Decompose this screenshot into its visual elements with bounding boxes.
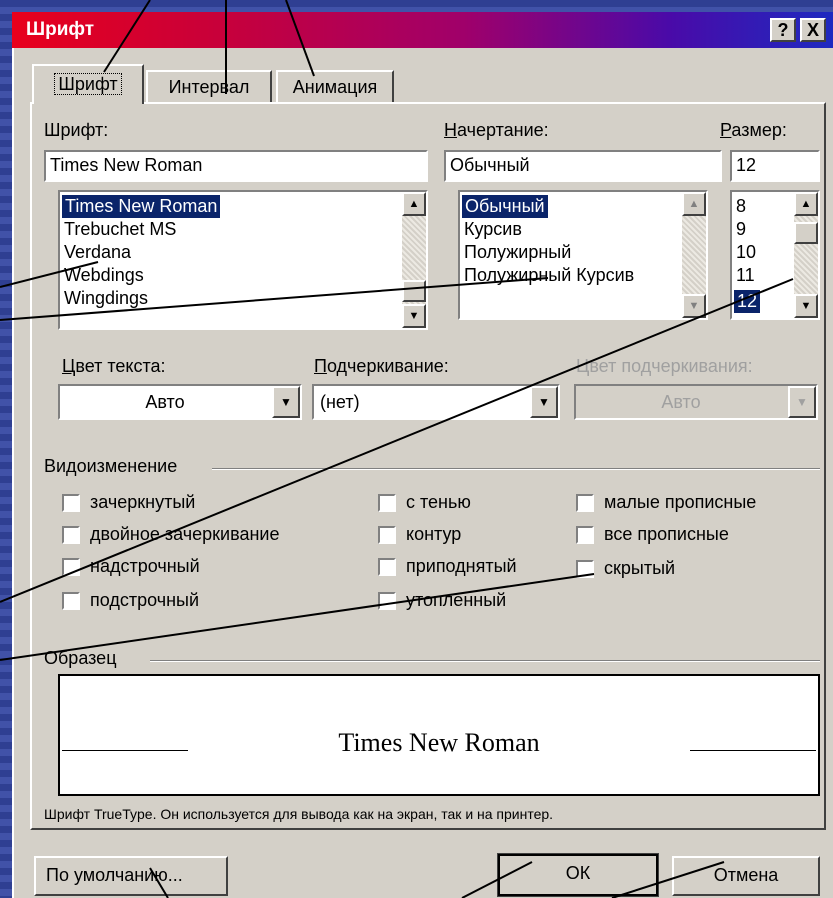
pointer-line	[0, 573, 595, 661]
pointer-line	[103, 0, 151, 73]
pointer-line	[285, 0, 315, 77]
pointer-line	[611, 861, 725, 898]
annotation-lines	[0, 0, 794, 898]
pointer-line	[0, 277, 549, 321]
pointer-line	[0, 278, 794, 603]
pointer-line	[0, 261, 99, 288]
pointer-line	[149, 867, 169, 898]
pointer-line	[461, 861, 533, 898]
